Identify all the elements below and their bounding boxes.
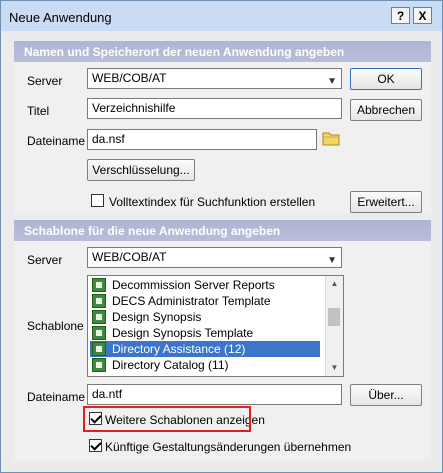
template-item-selected[interactable]: Directory Assistance (12) — [90, 341, 320, 357]
title-bar: Neue Anwendung ? X — [1, 1, 442, 31]
chevron-down-icon: ▼ — [327, 76, 337, 87]
notes-database-icon — [92, 278, 106, 292]
template-filename-label: Dateiname — [27, 390, 86, 404]
template-list[interactable]: Decommission Server Reports DECS Adminis… — [87, 275, 344, 377]
template-item-label: DECS Administrator Template — [112, 294, 271, 308]
template-filename-input[interactable]: da.ntf — [87, 384, 342, 405]
template-label: Schablone — [27, 319, 84, 333]
dialog-window: Neue Anwendung ? X Namen und Speicherort… — [0, 0, 443, 473]
chevron-down-icon: ▼ — [327, 255, 337, 266]
notes-database-icon — [92, 358, 106, 372]
window-title: Neue Anwendung — [9, 10, 112, 25]
template-group-header: Schablone für die neue Anwendung angeben — [14, 220, 431, 241]
template-item-label: Decommission Server Reports — [112, 278, 275, 292]
inherit-design-label: Künftige Gestaltungsänderungen übernehme… — [105, 440, 352, 454]
scroll-up-icon[interactable]: ▲ — [326, 276, 343, 292]
template-item[interactable]: DECS Administrator Template — [90, 293, 320, 309]
template-server-select[interactable]: WEB/COB/AT ▼ — [87, 247, 342, 268]
folder-icon[interactable] — [321, 129, 341, 147]
template-list-scrollbar[interactable]: ▲ ▼ — [325, 276, 343, 376]
location-group-header: Namen und Speicherort der neuen Anwendun… — [14, 41, 431, 62]
location-group-title: Namen und Speicherort der neuen Anwendun… — [24, 45, 345, 59]
advanced-button[interactable]: Erweitert... — [350, 191, 422, 213]
scroll-down-icon[interactable]: ▼ — [326, 360, 343, 376]
template-item-label: Directory Assistance (12) — [112, 342, 246, 356]
title-label: Titel — [27, 104, 50, 118]
close-button[interactable]: X — [413, 7, 432, 24]
ok-button[interactable]: OK — [350, 68, 422, 90]
highlight-annotation — [83, 406, 251, 432]
notes-database-icon — [92, 294, 106, 308]
filename-input[interactable]: da.nsf — [87, 129, 317, 150]
template-item-label: Design Synopsis — [112, 310, 202, 324]
server-select[interactable]: WEB/COB/AT ▼ — [87, 68, 342, 89]
template-item[interactable]: Design Synopsis Template — [90, 325, 320, 341]
location-group: Namen und Speicherort der neuen Anwendun… — [14, 41, 431, 213]
server-label: Server — [27, 74, 63, 88]
help-button[interactable]: ? — [391, 7, 410, 24]
title-input[interactable]: Verzeichnishilfe — [87, 98, 342, 119]
cancel-button[interactable]: Abbrechen — [350, 99, 422, 121]
template-server-label: Server — [27, 253, 63, 267]
encryption-button[interactable]: Verschlüsselung... — [87, 159, 195, 181]
template-item-label: Directory Catalog (11) — [112, 358, 229, 372]
notes-database-icon — [92, 310, 106, 324]
template-item-label: Design Synopsis Template — [112, 326, 254, 340]
scrollbar-thumb[interactable] — [328, 308, 340, 326]
fulltext-checkbox[interactable] — [91, 194, 104, 207]
about-button[interactable]: Über... — [350, 384, 422, 406]
template-item[interactable]: Directory Catalog (11) — [90, 357, 320, 373]
server-select-value: WEB/COB/AT — [92, 71, 167, 85]
fulltext-label: Volltextindex für Suchfunktion erstellen — [109, 195, 316, 209]
notes-database-icon — [92, 342, 106, 356]
notes-database-icon — [92, 326, 106, 340]
filename-label: Dateiname — [27, 134, 86, 148]
template-group-title: Schablone für die neue Anwendung angeben — [24, 224, 281, 238]
template-server-value: WEB/COB/AT — [92, 250, 167, 264]
inherit-design-checkbox[interactable] — [89, 439, 102, 452]
template-item[interactable]: Decommission Server Reports — [90, 277, 320, 293]
template-item[interactable]: Design Synopsis — [90, 309, 320, 325]
